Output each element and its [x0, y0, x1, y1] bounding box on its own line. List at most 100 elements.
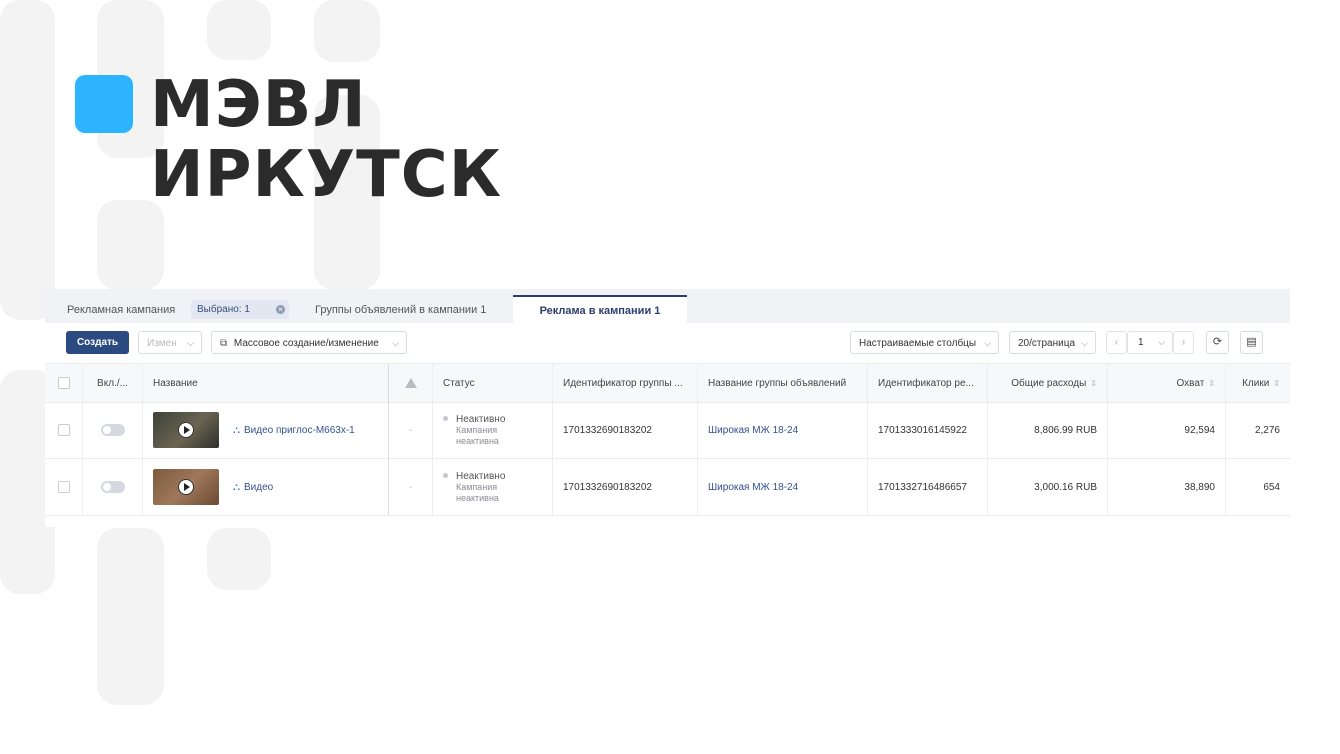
ad-structure-icon: ⛬	[233, 481, 240, 493]
toolbar: Создать Измен ⌵ ⧉ Массовое создание/изме…	[45, 323, 1290, 363]
row-reach: 38,890	[1108, 459, 1226, 515]
row-name-cell: ⛬ Видео приглос-М663х-1	[143, 402, 389, 458]
tab-bar: Рекламная кампания Выбрано: 1 × Группы о…	[45, 289, 1290, 323]
select-all-checkbox[interactable]	[57, 377, 70, 389]
status-subtext: неактивна	[456, 435, 499, 446]
decor-bar	[207, 528, 271, 590]
chevron-down-icon: ⌵	[1081, 338, 1088, 348]
row-spend: 8,806.99 RUB	[988, 402, 1108, 458]
ad-toggle[interactable]	[100, 481, 125, 493]
status-text: Неактивно	[443, 471, 505, 482]
header-status[interactable]: Статус	[433, 364, 553, 402]
table-row: ⛬ Видео приглос-М663х-1 - Неактивно Камп…	[45, 402, 1290, 459]
export-icon[interactable]: ▤	[1240, 331, 1263, 354]
row-ad-id: 1701333016145922	[868, 402, 988, 458]
row-checkbox[interactable]	[57, 424, 70, 436]
status-block: Неактивно Кампания неактивна	[443, 471, 505, 504]
warning-icon	[404, 378, 417, 388]
refresh-icon[interactable]: ⟳	[1206, 331, 1229, 354]
row-reach: 92,594	[1108, 402, 1226, 458]
brand-title: МЭВЛ ИРКУТСК	[150, 70, 502, 210]
header-warning-cell	[389, 364, 433, 402]
table-header-row: Вкл./... Название Статус Идентификатор г…	[45, 363, 1290, 403]
row-group-name-link[interactable]: Широкая МЖ 18-24	[698, 459, 868, 515]
pagination-page-number: 1	[1138, 337, 1144, 348]
close-icon[interactable]: ×	[276, 305, 285, 314]
header-clicks: Клики	[1242, 377, 1270, 389]
chevron-down-icon: ⌵	[1158, 337, 1165, 347]
header-spend-cell[interactable]: Общие расходы ⇕	[988, 364, 1108, 402]
ad-name-link[interactable]: Видео приглос-М663х-1	[244, 425, 355, 436]
row-group-id: 1701332690183202	[553, 459, 698, 515]
row-toggle-cell	[83, 459, 143, 515]
edit-button-label: Измен	[147, 338, 177, 349]
status-subtext: Кампания	[456, 481, 498, 492]
decor-bar	[0, 0, 55, 320]
status-text: Неактивно	[443, 414, 505, 425]
header-ad-id[interactable]: Идентификатор ре...	[868, 364, 988, 402]
ad-structure-icon: ⛬	[233, 424, 240, 436]
row-ad-id: 1701332716486657	[868, 459, 988, 515]
row-checkbox-cell	[45, 402, 83, 458]
header-spend: Общие расходы	[1011, 377, 1087, 389]
pagination-next-icon[interactable]: ›	[1173, 331, 1194, 354]
brand-logo-square	[75, 75, 133, 133]
pagination-prev-icon[interactable]: ‹	[1106, 331, 1127, 354]
tab-campaign[interactable]: Рекламная кампания	[67, 297, 175, 323]
sort-icon[interactable]: ⇕	[1208, 379, 1215, 388]
tab-ads[interactable]: Реклама в кампании 1	[513, 295, 687, 323]
status-subtext: Кампания	[456, 424, 498, 435]
selected-chip-label: Выбрано: 1	[197, 304, 250, 315]
header-name[interactable]: Название	[143, 364, 389, 402]
page-size-select[interactable]: 20/страница ⌵	[1009, 331, 1096, 354]
row-spend: 3,000.16 RUB	[988, 459, 1108, 515]
mass-edit-button[interactable]: ⧉ Массовое создание/изменение ⌵	[211, 331, 407, 354]
chevron-down-icon: ⌵	[187, 338, 194, 348]
selected-chip[interactable]: Выбрано: 1 ×	[191, 300, 289, 319]
row-clicks: 2,276	[1254, 424, 1280, 436]
mass-edit-label: Массовое создание/изменение	[233, 338, 379, 349]
row-group-name-link[interactable]: Широкая МЖ 18-24	[698, 402, 868, 458]
edit-button[interactable]: Измен ⌵	[138, 331, 202, 354]
row-status-cell: Неактивно Кампания неактивна	[433, 459, 553, 515]
row-clicks: 654	[1263, 481, 1280, 493]
sort-icon[interactable]: ⇕	[1090, 379, 1097, 388]
header-group-id[interactable]: Идентификатор группы ...	[553, 364, 698, 402]
play-icon[interactable]	[178, 422, 194, 438]
status-block: Неактивно Кампания неактивна	[443, 414, 505, 447]
video-thumbnail[interactable]	[153, 469, 219, 505]
sort-icon[interactable]: ⇕	[1273, 379, 1280, 388]
row-group-id: 1701332690183202	[553, 402, 698, 458]
row-status-cell: Неактивно Кампания неактивна	[433, 402, 553, 458]
video-thumbnail[interactable]	[153, 412, 219, 448]
table-row: ⛬ Видео - Неактивно Кампания неактивна 1…	[45, 459, 1290, 516]
ads-manager-screenshot: Рекламная кампания Выбрано: 1 × Группы о…	[45, 289, 1290, 527]
row-checkbox[interactable]	[57, 481, 70, 493]
header-group-name[interactable]: Название группы объявлений	[698, 364, 868, 402]
ads-table: Вкл./... Название Статус Идентификатор г…	[45, 363, 1290, 527]
decor-bar	[207, 0, 271, 60]
header-toggle[interactable]: Вкл./...	[83, 364, 143, 402]
decor-bar	[97, 200, 164, 290]
ad-toggle[interactable]	[100, 424, 125, 436]
pagination-page-select[interactable]: 1 ⌵	[1127, 331, 1173, 354]
create-button[interactable]: Создать	[66, 331, 129, 354]
brand-title-line1: МЭВЛ	[150, 68, 367, 142]
brand-title-line2: ИРКУТСК	[150, 138, 503, 212]
tab-ad-groups[interactable]: Группы объявлений в кампании 1	[315, 297, 486, 323]
custom-columns-label: Настраиваемые столбцы	[859, 338, 977, 349]
decor-bar	[97, 528, 164, 705]
decor-bar	[314, 0, 380, 62]
header-reach: Охват	[1176, 377, 1205, 389]
row-warning-cell: -	[389, 402, 433, 458]
play-icon[interactable]	[178, 479, 194, 495]
status-subtext: неактивна	[456, 492, 499, 503]
custom-columns-select[interactable]: Настраиваемые столбцы ⌵	[850, 331, 999, 354]
row-warning-cell: -	[389, 459, 433, 515]
chevron-down-icon: ⌵	[392, 338, 399, 348]
ad-name-link[interactable]: Видео	[244, 482, 273, 493]
page-size-label: 20/страница	[1018, 338, 1076, 349]
header-reach-cell[interactable]: Охват ⇕	[1108, 364, 1226, 402]
chevron-down-icon: ⌵	[984, 338, 991, 348]
header-clicks-cell[interactable]: Клики ⇕	[1226, 364, 1290, 402]
